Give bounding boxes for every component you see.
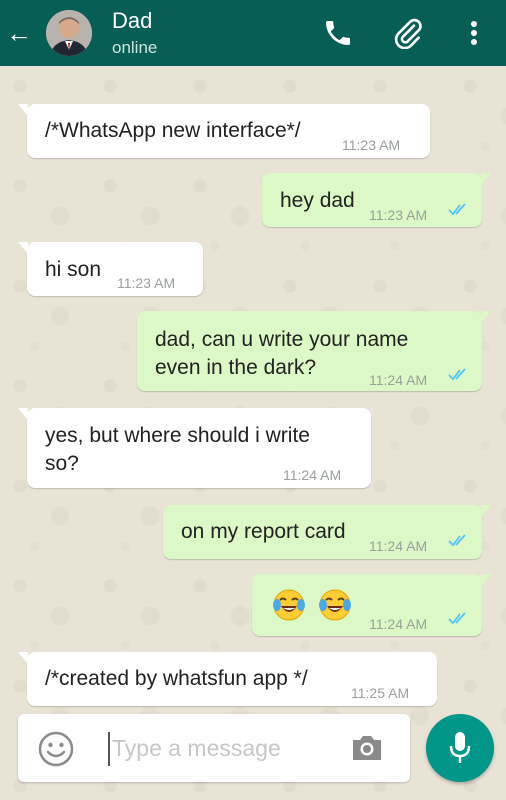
contact-status: online	[112, 38, 158, 57]
more-vertical-icon[interactable]	[460, 17, 488, 49]
message-text: hi son	[45, 258, 102, 281]
arrow-left-icon[interactable]: ←	[6, 19, 32, 47]
message-composer: Type a message	[18, 714, 410, 782]
double-check-icon	[448, 534, 466, 547]
text-cursor	[108, 732, 110, 766]
double-check-icon	[448, 368, 466, 381]
avatar[interactable]	[46, 10, 92, 56]
message-bubble-incoming[interactable]: /*created by whatsfun app */ 11:25 AM	[18, 652, 437, 706]
message-bubble-incoming[interactable]: yes, but where should i write so? 11:24 …	[18, 408, 371, 488]
message-time: 11:24 AM	[283, 467, 342, 483]
message-bubble-outgoing[interactable]: on my report card 11:24 AM	[163, 505, 491, 559]
message-text: yes, but where should i write so?	[45, 424, 310, 475]
message-time: 11:23 AM	[117, 275, 176, 291]
double-check-icon	[448, 612, 466, 625]
message-text: on my report card	[181, 520, 346, 543]
double-check-icon	[448, 203, 466, 216]
message-time: 11:24 AM	[369, 538, 428, 554]
message-time: 11:23 AM	[342, 137, 401, 153]
message-time: 11:23 AM	[369, 207, 428, 223]
chat-header: ← Dad online	[0, 0, 506, 66]
paperclip-icon[interactable]	[392, 17, 424, 49]
smiley-icon[interactable]	[38, 731, 74, 767]
microphone-icon	[449, 732, 471, 763]
message-input[interactable]: Type a message	[112, 733, 281, 763]
phone-icon[interactable]	[322, 17, 354, 49]
message-text: hey dad	[280, 189, 355, 212]
face-with-tears-of-joy-icon	[319, 589, 351, 621]
message-time: 11:25 AM	[351, 685, 410, 701]
message-bubble-outgoing[interactable]: dad, can u write your name even in the d…	[137, 311, 491, 391]
message-text: /*WhatsApp new interface*/	[45, 119, 301, 142]
camera-icon[interactable]	[350, 733, 384, 763]
message-bubble-incoming[interactable]: /*WhatsApp new interface*/ 11:23 AM	[18, 104, 430, 158]
message-bubble-outgoing[interactable]: 11:24 AM	[252, 574, 491, 636]
message-time: 11:24 AM	[369, 616, 428, 632]
microphone-button[interactable]	[426, 714, 494, 782]
message-bubble-incoming[interactable]: hi son 11:23 AM	[18, 242, 203, 296]
message-time: 11:24 AM	[369, 372, 428, 388]
message-bubble-outgoing[interactable]: hey dad 11:23 AM	[262, 173, 491, 227]
contact-name[interactable]: Dad	[112, 8, 152, 34]
face-with-tears-of-joy-icon	[273, 589, 305, 621]
message-text: /*created by whatsfun app */	[45, 667, 308, 690]
